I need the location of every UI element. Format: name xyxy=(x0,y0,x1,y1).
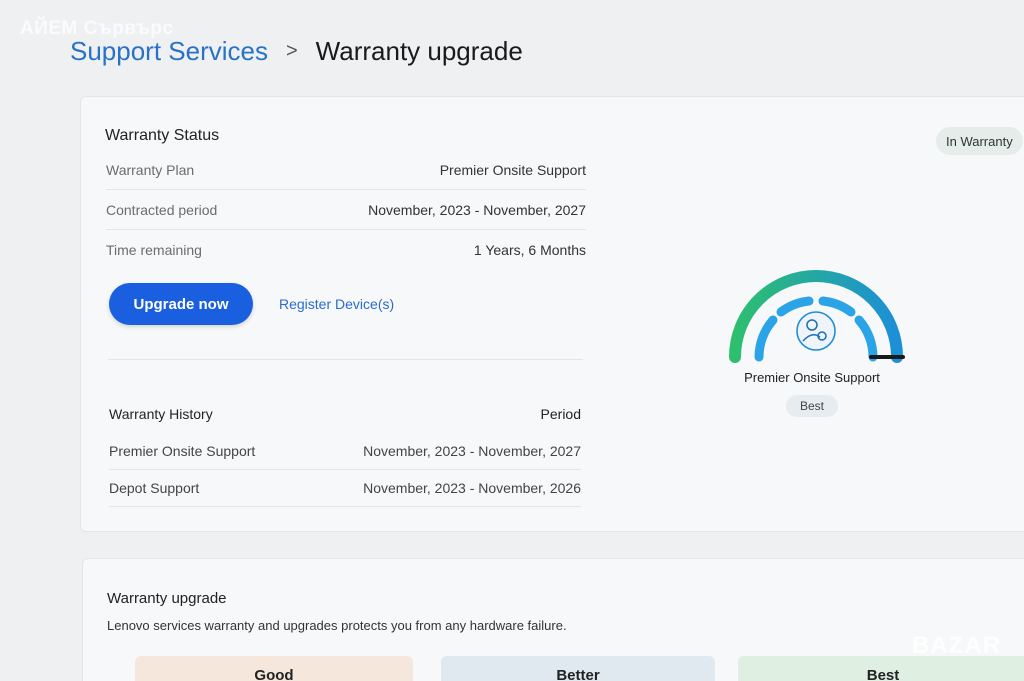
upgrade-section-title: Warranty upgrade xyxy=(107,590,227,607)
warranty-status-card: Warranty Status Warranty Plan Premier On… xyxy=(80,96,1024,532)
status-row-period: Contracted period November, 2023 - Novem… xyxy=(106,190,586,230)
page-title: Warranty upgrade xyxy=(315,36,523,66)
gauge-inner-segment xyxy=(754,315,778,362)
gauge-inner-segment xyxy=(776,296,814,317)
status-row-remaining: Time remaining 1 Years, 6 Months xyxy=(106,230,586,270)
gauge-plan-name: Premier Onsite Support xyxy=(744,370,880,385)
status-row-label: Time remaining xyxy=(106,242,202,258)
in-warranty-badge: In Warranty xyxy=(936,127,1023,155)
history-header-label: Warranty History xyxy=(109,405,213,422)
status-row-label: Warranty Plan xyxy=(106,161,195,178)
status-row-value: Premier Onsite Support xyxy=(439,161,586,178)
breadcrumb-support-services[interactable]: Support Services xyxy=(70,36,268,67)
history-header-period: Period xyxy=(540,405,581,422)
status-row-plan: Warranty Plan Premier Onsite Support xyxy=(106,150,586,190)
history-period: November, 2023 - November, 2027 xyxy=(363,443,581,459)
warranty-level-gauge xyxy=(729,270,905,363)
bazar-logo: BAZAR xyxy=(912,632,1001,659)
support-person-icon xyxy=(796,311,836,351)
gauge-inner-segment xyxy=(854,315,878,362)
history-row: Premier Onsite Support November, 2023 - … xyxy=(109,433,581,470)
gauge-inner-segment xyxy=(818,296,856,317)
status-row-value: November, 2023 - November, 2027 xyxy=(368,201,586,218)
warranty-upgrade-card: Warranty upgrade Lenovo services warrant… xyxy=(82,558,1024,681)
breadcrumb-separator: > xyxy=(285,40,298,62)
section-divider xyxy=(108,359,583,360)
upgrade-description: Lenovo services warranty and upgrades pr… xyxy=(107,618,567,633)
status-row-value: 1 Years, 6 Months xyxy=(473,242,586,258)
breadcrumb: Support Services > Warranty upgrade xyxy=(70,36,523,67)
history-plan: Depot Support xyxy=(109,480,200,496)
warranty-status-title: Warranty Status xyxy=(105,127,220,144)
status-row-label: Contracted period xyxy=(106,201,218,218)
history-period: November, 2023 - November, 2026 xyxy=(363,480,581,496)
history-row: Depot Support November, 2023 - November,… xyxy=(109,470,581,507)
register-devices-link[interactable]: Register Device(s) xyxy=(279,296,394,312)
history-header: Warranty History Period xyxy=(109,395,581,432)
tier-better[interactable]: Better xyxy=(441,656,715,681)
history-plan: Premier Onsite Support xyxy=(109,443,256,459)
upgrade-now-button[interactable]: Upgrade now xyxy=(109,283,253,325)
tier-good[interactable]: Good xyxy=(135,656,413,681)
gauge-level-badge: Best xyxy=(786,395,838,417)
